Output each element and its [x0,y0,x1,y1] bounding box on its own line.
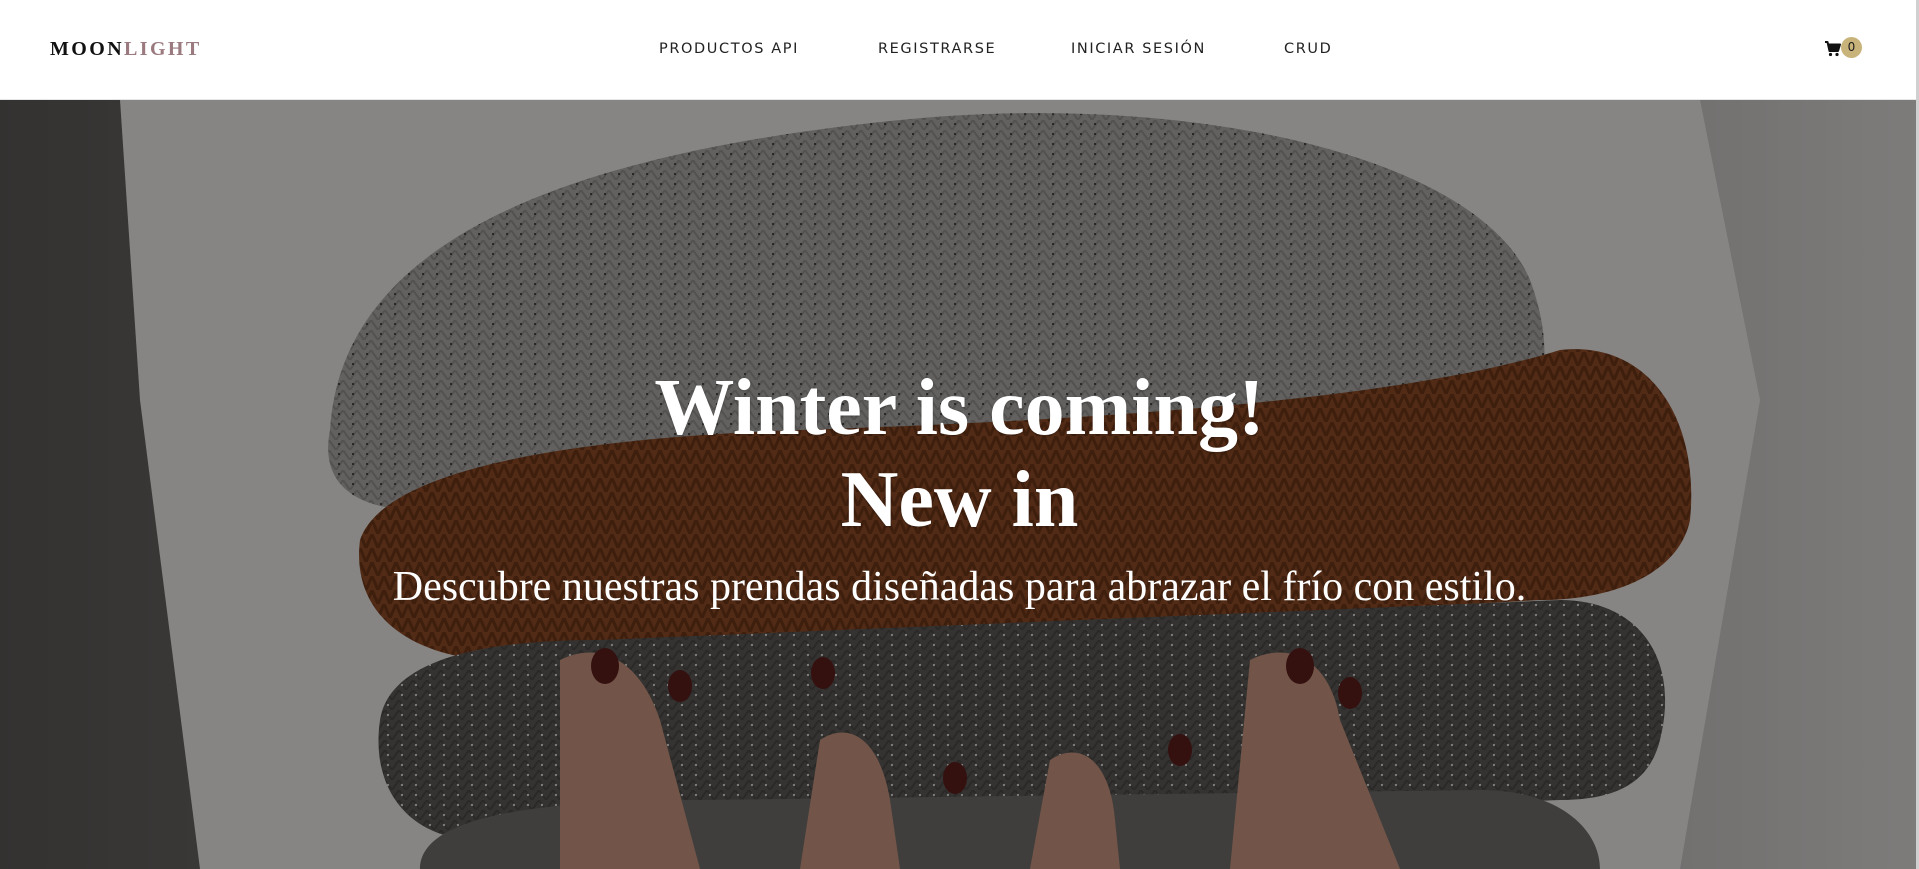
cart-count-badge: 0 [1841,37,1862,58]
nav-link-registrarse[interactable]: REGISTRARSE [878,38,996,60]
nav-link-crud[interactable]: CRUD [1284,38,1332,60]
navbar: MOONLIGHT PRODUCTOS API REGISTRARSE INIC… [0,0,1919,100]
hero-title-line1: Winter is coming! [654,364,1265,452]
hero-banner: Winter is coming! New in Descubre nuestr… [0,100,1919,869]
main-nav: PRODUCTOS API REGISTRARSE INICIAR SESIÓN… [0,38,1919,60]
hero-title: Winter is coming! New in [0,362,1919,546]
hero-title-line2: New in [840,456,1079,544]
hero-text-block: Winter is coming! New in Descubre nuestr… [0,362,1919,612]
nav-link-iniciar-sesion[interactable]: INICIAR SESIÓN [1071,38,1206,60]
cart-button[interactable]: 0 [1824,37,1866,61]
nav-link-productos-api[interactable]: PRODUCTOS API [659,38,799,60]
hero-subtitle: Descubre nuestras prendas diseñadas para… [392,564,1527,610]
shopping-cart-icon [1825,41,1841,57]
